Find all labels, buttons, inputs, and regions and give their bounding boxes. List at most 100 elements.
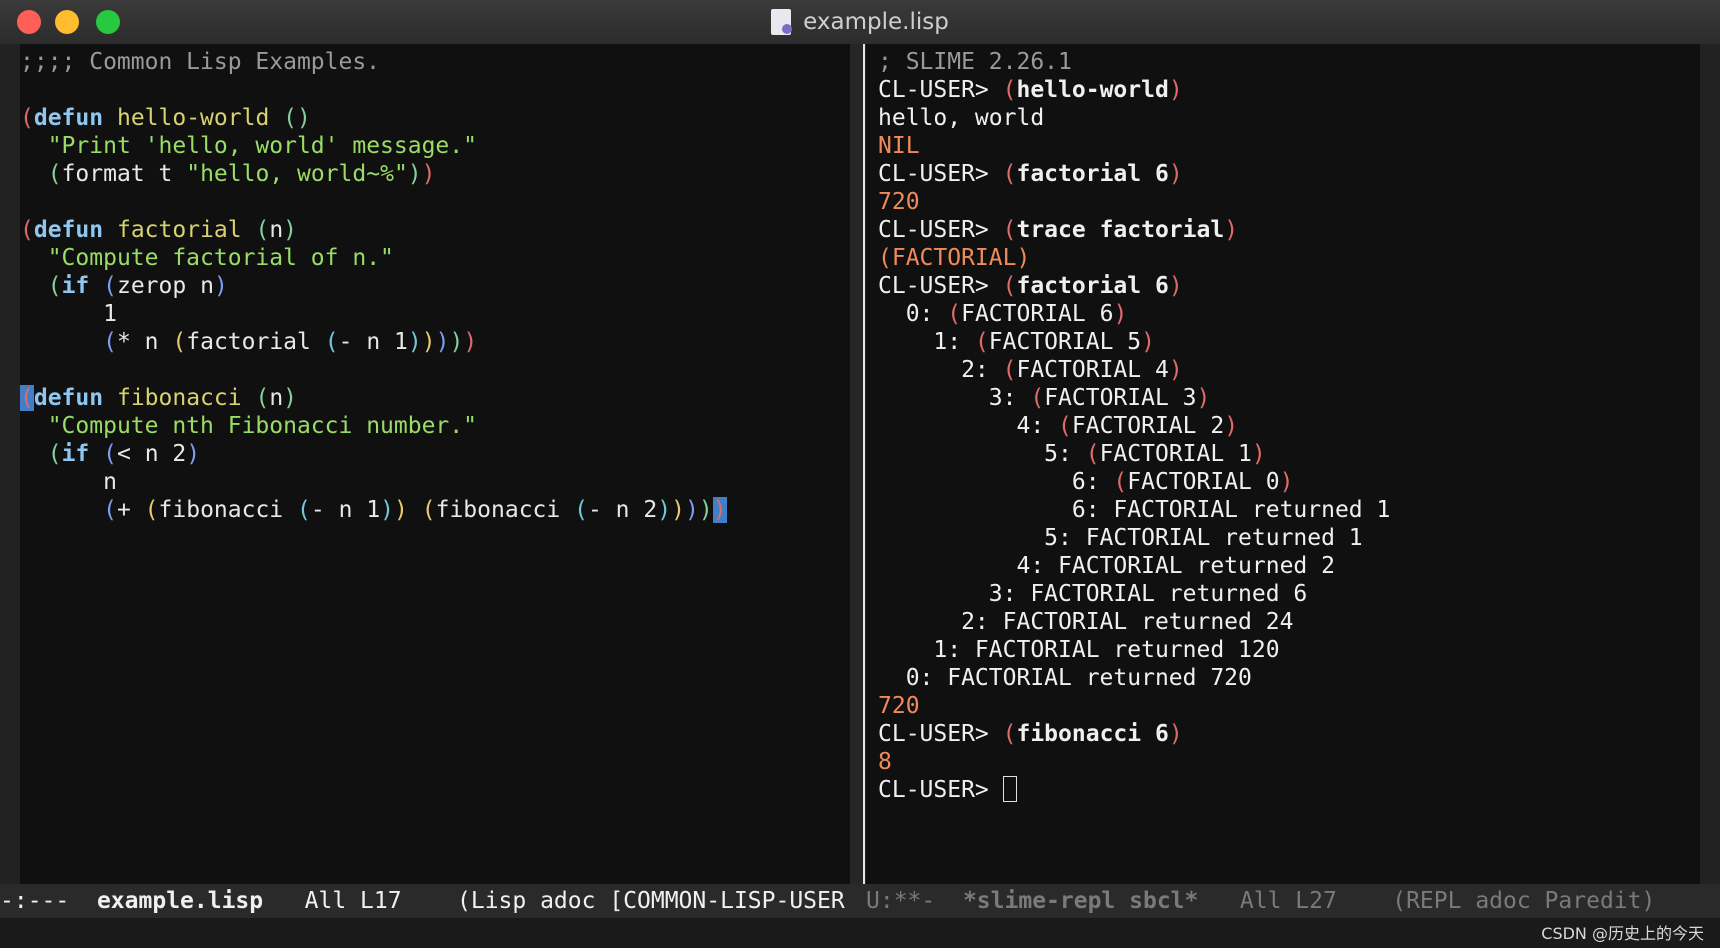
- paren: ): [421, 161, 436, 187]
- repl-trace-line[interactable]: 3: FACTORIAL returned 6: [878, 581, 1308, 607]
- repl-prompt: CL-USER>: [878, 777, 1003, 803]
- repl-input-line[interactable]: CL-USER> (hello-world): [878, 77, 1183, 103]
- text-run: 6:: [878, 469, 1114, 495]
- text-run: hello-world: [1016, 77, 1169, 103]
- code-line[interactable]: 1: [20, 301, 117, 327]
- text-run: 5: FACTORIAL returned 1: [878, 525, 1363, 551]
- repl-trace-line[interactable]: 1: (FACTORIAL 5): [878, 329, 1155, 355]
- text-run: FACTORIAL 0: [1127, 469, 1280, 495]
- code-line[interactable]: ;;;; Common Lisp Examples.: [20, 49, 380, 75]
- paren: (: [297, 497, 311, 523]
- text-run: 3: FACTORIAL returned 6: [878, 581, 1308, 607]
- paren: (: [324, 329, 339, 355]
- paren: ): [1141, 329, 1155, 355]
- repl-input-line[interactable]: CL-USER> (factorial 6): [878, 273, 1183, 299]
- code-line[interactable]: (defun hello-world (): [20, 105, 311, 131]
- paren: ): [1224, 217, 1239, 243]
- paren: (: [1002, 77, 1017, 103]
- code-line[interactable]: (defun fibonacci (n): [20, 385, 297, 411]
- code-line[interactable]: "Compute factorial of n.": [20, 245, 394, 271]
- repl-input-line[interactable]: CL-USER> (trace factorial): [878, 217, 1238, 243]
- code-line[interactable]: (defun factorial (n): [20, 217, 297, 243]
- modeline-modes[interactable]: (REPL adoc Paredit): [1392, 888, 1655, 914]
- repl-trace-line[interactable]: 5: (FACTORIAL 1): [878, 441, 1266, 467]
- repl-trace-line[interactable]: 4: FACTORIAL returned 2: [878, 553, 1335, 579]
- repl-current-prompt[interactable]: CL-USER>: [878, 776, 1017, 803]
- paren: ): [1113, 301, 1128, 327]
- text-run: FACTORIAL 6: [961, 301, 1114, 327]
- code-line[interactable]: n: [20, 469, 117, 495]
- repl-result: NIL: [878, 133, 920, 159]
- text-run: 4: FACTORIAL returned 2: [878, 553, 1335, 579]
- repl-trace-line[interactable]: 3: (FACTORIAL 3): [878, 385, 1211, 411]
- repl-trace-line[interactable]: 6: FACTORIAL returned 1: [878, 497, 1391, 523]
- repl-input-line[interactable]: CL-USER> (fibonacci 6): [878, 721, 1183, 747]
- text-run: factorial 6: [1016, 161, 1169, 187]
- modeline-modes[interactable]: (Lisp adoc [COMMON-LISP-USER: [457, 888, 845, 914]
- paren: ): [1168, 161, 1183, 187]
- code-line[interactable]: "Compute nth Fibonacci number.": [20, 413, 477, 439]
- right-mode-line[interactable]: U:**- *slime-repl sbcl* All L27 (REPL ad…: [866, 884, 1720, 918]
- paren: ): [657, 497, 672, 523]
- symbol: -: [338, 329, 353, 355]
- paren: ): [684, 497, 699, 523]
- keyword: defun: [33, 105, 104, 131]
- symbol: 2: [643, 497, 658, 523]
- window-divider[interactable]: [850, 44, 866, 884]
- left-mode-line[interactable]: -:--- example.lisp All L17 (Lisp adoc [C…: [0, 884, 866, 918]
- code-line[interactable]: (format t "hello, world~%")): [20, 161, 436, 187]
- repl-result: 8: [878, 749, 892, 775]
- code-line[interactable]: (if (< n 2): [20, 441, 200, 467]
- repl-pane[interactable]: ; SLIME 2.26.1 CL-USER> (hello-world) he…: [866, 44, 1720, 884]
- paren: (: [20, 385, 34, 411]
- string: "Compute factorial of n.": [47, 245, 394, 271]
- source-buffer[interactable]: ;;;; Common Lisp Examples. (defun hello-…: [20, 48, 727, 524]
- paren: ): [449, 329, 464, 355]
- text-run: 4:: [878, 413, 1059, 439]
- modeline-buffer-name[interactable]: example.lisp: [97, 888, 263, 914]
- function-name: factorial: [116, 217, 242, 243]
- paren: ): [1168, 721, 1183, 747]
- repl-input-line[interactable]: CL-USER> (factorial 6): [878, 161, 1183, 187]
- modeline-buffer-name[interactable]: *slime-repl sbcl*: [963, 888, 1198, 914]
- string: "hello, world~%": [186, 161, 408, 187]
- repl-trace-line[interactable]: 2: (FACTORIAL 4): [878, 357, 1183, 383]
- repl-trace-line[interactable]: 6: (FACTORIAL 0): [878, 469, 1294, 495]
- text-run: FACTORIAL 1: [1099, 441, 1252, 467]
- repl-result-line[interactable]: 720: [878, 189, 920, 215]
- repl-trace-line[interactable]: 4: (FACTORIAL 2): [878, 413, 1238, 439]
- emacs-window: example.lisp ;;;; Common Lisp Examples. …: [0, 0, 1720, 948]
- repl-buffer[interactable]: ; SLIME 2.26.1 CL-USER> (hello-world) he…: [878, 48, 1390, 804]
- right-fringe: [1700, 44, 1720, 884]
- text-run: fibonacci 6: [1016, 721, 1169, 747]
- repl-result-line[interactable]: 8: [878, 749, 892, 775]
- symbol: fibonacci: [158, 497, 284, 523]
- repl-trace-line[interactable]: 1: FACTORIAL returned 120: [878, 637, 1279, 663]
- code-line[interactable]: (if (zerop n): [20, 273, 228, 299]
- repl-banner: ; SLIME 2.26.1: [878, 49, 1072, 75]
- paren: (: [255, 217, 270, 243]
- paren: (: [103, 273, 117, 299]
- repl-trace-line[interactable]: 0: FACTORIAL returned 720: [878, 665, 1252, 691]
- repl-trace-line[interactable]: 0: (FACTORIAL 6): [878, 301, 1128, 327]
- code-line[interactable]: (* n (factorial (- n 1))))): [20, 329, 477, 355]
- repl-result-line[interactable]: NIL: [878, 133, 920, 159]
- repl-result-line[interactable]: (FACTORIAL): [878, 245, 1030, 271]
- paren: (: [1002, 721, 1017, 747]
- editor-pane[interactable]: ;;;; Common Lisp Examples. (defun hello-…: [0, 44, 850, 884]
- repl-result-line[interactable]: 720: [878, 693, 920, 719]
- code-line[interactable]: "Print 'hello, world' message.": [20, 133, 477, 159]
- function-name: fibonacci: [116, 385, 242, 411]
- code-line[interactable]: (+ (fibonacci (- n 1)) (fibonacci (- n 2…: [20, 497, 727, 523]
- repl-trace-line[interactable]: 2: FACTORIAL returned 24: [878, 609, 1293, 635]
- text-run: 1:: [878, 329, 975, 355]
- repl-trace-line[interactable]: 5: FACTORIAL returned 1: [878, 525, 1363, 551]
- echo-area[interactable]: CSDN @历史上的今天: [0, 918, 1720, 948]
- symbol: n: [615, 497, 630, 523]
- symbol: n: [338, 497, 353, 523]
- paren: (: [1113, 469, 1128, 495]
- repl-output-line[interactable]: hello, world: [878, 105, 1044, 131]
- paren: ): [186, 441, 201, 467]
- paren: (: [947, 301, 962, 327]
- text-run: 5:: [878, 441, 1086, 467]
